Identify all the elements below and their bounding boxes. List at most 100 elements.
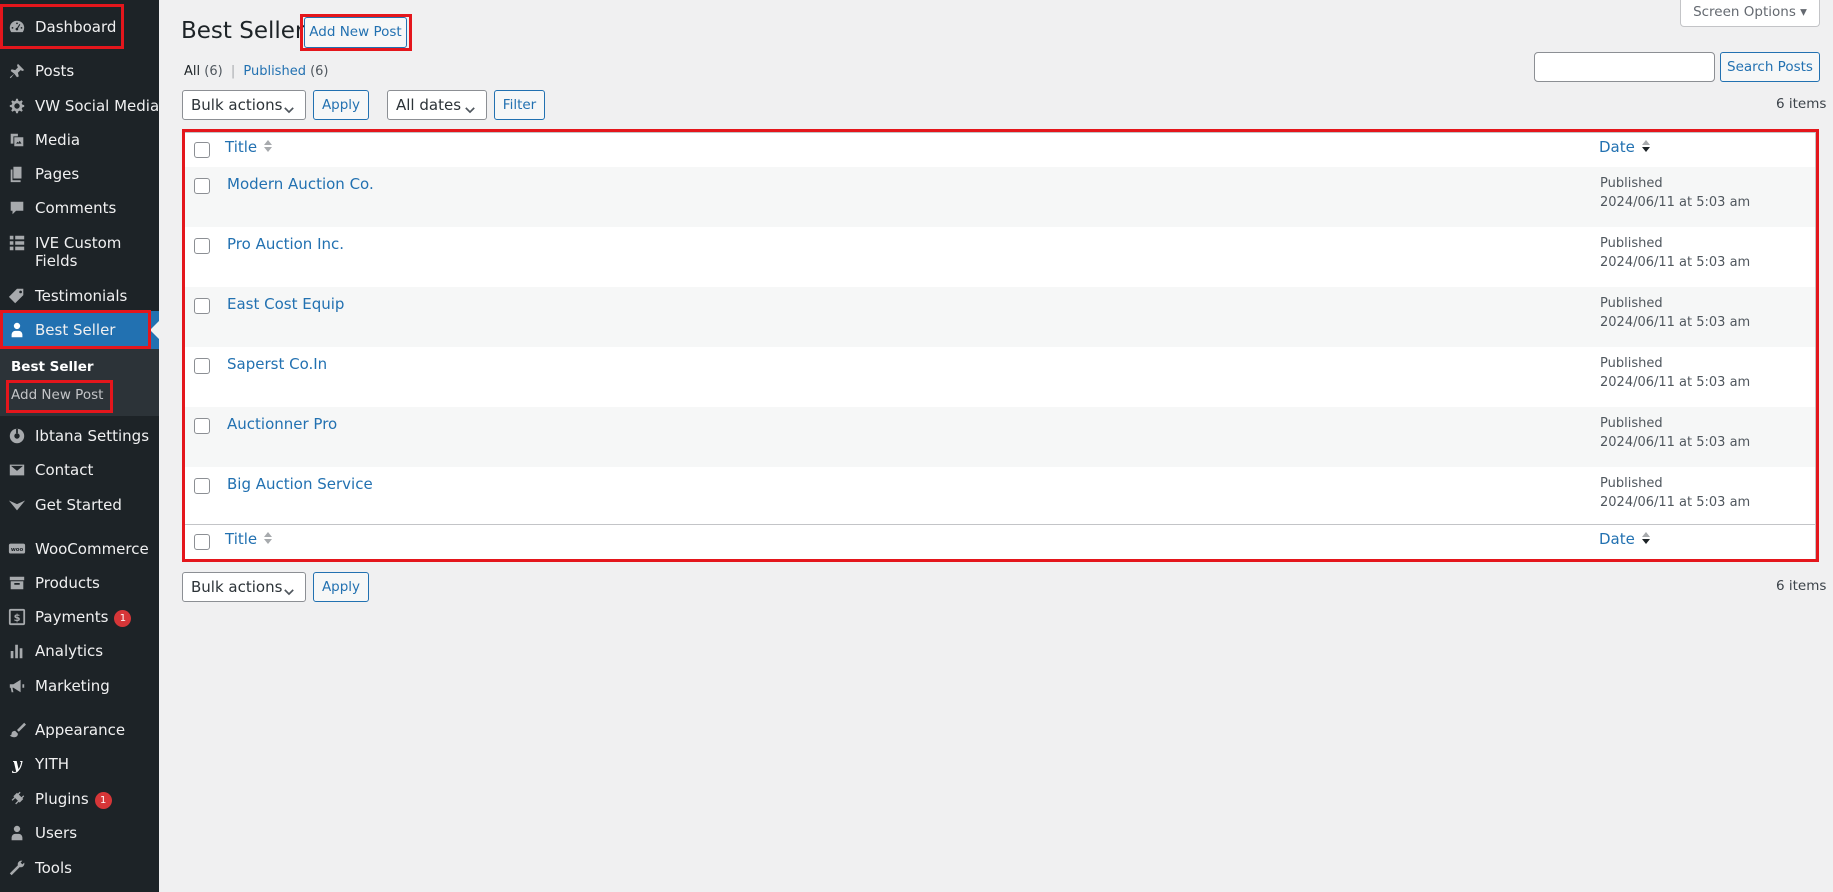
sidebar-item-label: Ibtana Settings bbox=[35, 427, 150, 445]
sidebar-item-posts[interactable]: Posts bbox=[0, 61, 159, 81]
dollar-icon: $ bbox=[8, 608, 26, 626]
row-checkbox[interactable] bbox=[194, 178, 210, 194]
sidebar-item-ibtana-settings[interactable]: Ibtana Settings bbox=[0, 426, 159, 446]
date-column-footer[interactable]: Date bbox=[1599, 530, 1651, 548]
plugins-count-badge: 1 bbox=[94, 792, 112, 809]
post-date: 2024/06/11 at 5:03 am bbox=[1600, 255, 1751, 270]
wrench-icon bbox=[8, 859, 26, 877]
row-checkbox[interactable] bbox=[194, 298, 210, 314]
sidebar-item-media[interactable]: Media bbox=[0, 130, 159, 150]
post-status: Published bbox=[1600, 236, 1663, 251]
gear-icon bbox=[8, 97, 26, 115]
row-checkbox[interactable] bbox=[194, 418, 210, 434]
sidebar-item-dashboard[interactable]: Dashboard bbox=[0, 17, 159, 37]
sidebar-item-pages[interactable]: Pages bbox=[0, 164, 159, 184]
submenu-item-best-seller[interactable]: Best Seller bbox=[11, 359, 94, 375]
post-status: Published bbox=[1600, 176, 1663, 191]
table-footer: Title Date bbox=[185, 524, 1815, 559]
select-all-checkbox[interactable] bbox=[194, 142, 210, 158]
post-title-link[interactable]: Modern Auction Co. bbox=[227, 175, 374, 193]
bulk-actions-select-bottom[interactable]: Bulk actions bbox=[182, 572, 306, 602]
sidebar-item-products[interactable]: Products bbox=[0, 573, 159, 593]
megaphone-icon bbox=[8, 677, 26, 695]
bar-chart-icon bbox=[8, 642, 26, 660]
bulk-actions-select-top[interactable]: Bulk actions bbox=[182, 90, 306, 120]
sidebar-item-tools[interactable]: Tools bbox=[0, 858, 159, 878]
chevron-down-icon bbox=[282, 98, 296, 114]
screen-options-button[interactable]: Screen Options ▾ bbox=[1680, 0, 1820, 27]
post-title-link[interactable]: East Cost Equip bbox=[227, 295, 344, 313]
sidebar-item-woocommerce[interactable]: woo WooCommerce bbox=[0, 539, 159, 559]
sidebar-item-label: Testimonials bbox=[35, 287, 128, 305]
sidebar-item-comments[interactable]: Comments bbox=[0, 198, 159, 218]
admin-sidebar: Dashboard Posts VW Social Media Media Pa… bbox=[0, 0, 159, 892]
post-title-link[interactable]: Big Auction Service bbox=[227, 475, 373, 493]
sidebar-item-get-started[interactable]: Get Started bbox=[0, 495, 159, 515]
dates-filter-select[interactable]: All dates bbox=[387, 90, 487, 120]
sidebar-item-plugins[interactable]: Plugins 1 bbox=[0, 789, 159, 809]
woo-icon: woo bbox=[8, 540, 26, 558]
sidebar-item-users[interactable]: Users bbox=[0, 823, 159, 843]
sidebar-item-testimonials[interactable]: Testimonials bbox=[0, 286, 159, 306]
sidebar-item-label: Fields bbox=[35, 252, 78, 270]
view-published-link[interactable]: Published (6) bbox=[243, 64, 328, 79]
media-icon bbox=[8, 131, 26, 149]
sidebar-item-label: Get Started bbox=[35, 496, 122, 514]
bulk-actions-value: Bulk actions bbox=[191, 96, 283, 114]
table-header: Title Date bbox=[185, 133, 1815, 168]
sidebar-item-appearance[interactable]: Appearance bbox=[0, 720, 159, 740]
post-title-link[interactable]: Saperst Co.In bbox=[227, 355, 327, 373]
sidebar-item-label: Users bbox=[35, 824, 78, 842]
title-column-footer[interactable]: Title bbox=[225, 530, 273, 548]
post-status-views: All (6) | Published (6) bbox=[184, 64, 329, 79]
submenu-item-add-new-post[interactable]: Add New Post bbox=[11, 387, 103, 403]
row-checkbox[interactable] bbox=[194, 358, 210, 374]
post-status: Published bbox=[1600, 476, 1663, 491]
grid-icon bbox=[8, 234, 26, 252]
sidebar-item-marketing[interactable]: Marketing bbox=[0, 676, 159, 696]
sidebar-item-best-seller[interactable]: Best Seller bbox=[0, 311, 159, 349]
brush-icon bbox=[8, 721, 26, 739]
sidebar-item-label: Best Seller bbox=[35, 321, 116, 339]
bulk-actions-value: Bulk actions bbox=[191, 578, 283, 596]
chevron-down-icon bbox=[282, 580, 296, 596]
apply-button-bottom[interactable]: Apply bbox=[313, 572, 369, 602]
search-posts-button[interactable]: Search Posts bbox=[1720, 52, 1820, 82]
title-column-header[interactable]: Title bbox=[225, 138, 273, 156]
sidebar-item-yith[interactable]: y YITH bbox=[0, 754, 159, 774]
apply-button-top[interactable]: Apply bbox=[313, 90, 369, 120]
pages-icon bbox=[8, 165, 26, 183]
post-title-link[interactable]: Pro Auction Inc. bbox=[227, 235, 344, 253]
post-date: 2024/06/11 at 5:03 am bbox=[1600, 195, 1751, 210]
sidebar-item-analytics[interactable]: Analytics bbox=[0, 641, 159, 661]
svg-text:$: $ bbox=[14, 613, 21, 624]
sidebar-item-label: Payments 1 bbox=[35, 608, 132, 627]
yith-icon: y bbox=[8, 755, 26, 773]
svg-text:y: y bbox=[11, 755, 23, 773]
sidebar-item-label: YITH bbox=[35, 755, 70, 773]
sidebar-item-label: Appearance bbox=[35, 721, 126, 739]
filter-button[interactable]: Filter bbox=[494, 90, 545, 120]
sidebar-item-ive-custom-fields[interactable]: IVE Custom Fields bbox=[0, 233, 159, 271]
sidebar-item-vw-social-media[interactable]: VW Social Media bbox=[0, 96, 159, 116]
sidebar-item-contact[interactable]: Contact bbox=[0, 460, 159, 480]
post-date: 2024/06/11 at 5:03 am bbox=[1600, 375, 1751, 390]
view-separator: | bbox=[230, 64, 236, 79]
search-input[interactable] bbox=[1534, 52, 1715, 82]
add-new-post-button[interactable]: Add New Post bbox=[304, 17, 407, 48]
row-checkbox[interactable] bbox=[194, 478, 210, 494]
chevron-down-icon bbox=[463, 98, 477, 114]
archive-icon bbox=[8, 574, 26, 592]
active-menu-arrow bbox=[150, 321, 159, 339]
sidebar-item-label: WooCommerce bbox=[35, 540, 149, 558]
select-all-checkbox-bottom[interactable] bbox=[194, 534, 210, 550]
row-checkbox[interactable] bbox=[194, 238, 210, 254]
date-column-header[interactable]: Date bbox=[1599, 138, 1651, 156]
sidebar-item-label: Dashboard bbox=[35, 18, 117, 36]
sidebar-item-payments[interactable]: $ Payments 1 bbox=[0, 607, 159, 627]
dates-filter-value: All dates bbox=[396, 96, 462, 114]
view-all-link[interactable]: All (6) bbox=[184, 64, 223, 79]
post-status: Published bbox=[1600, 296, 1663, 311]
table-row: Saperst Co.In Published 2024/06/11 at 5:… bbox=[185, 347, 1815, 407]
post-title-link[interactable]: Auctionner Pro bbox=[227, 415, 337, 433]
